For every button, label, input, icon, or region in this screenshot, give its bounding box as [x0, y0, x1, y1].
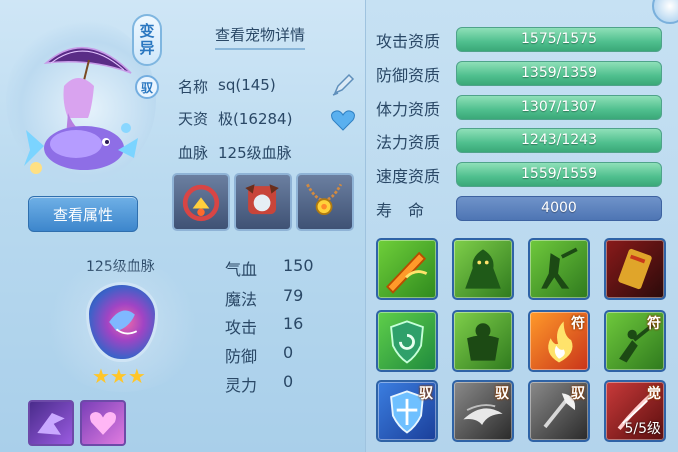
quality-row-speed: 速度资质 1559/1559: [376, 162, 662, 187]
skill-golden-tome[interactable]: [604, 238, 666, 300]
pet-talent-label: 天资: [178, 110, 209, 128]
stat-label: 魔法: [225, 290, 258, 309]
skill-fire-sword[interactable]: [376, 238, 438, 300]
pet-name-value: sq(145): [218, 76, 276, 94]
stat-value: 16: [283, 314, 304, 333]
pet-name-row: 名称 sq(145): [178, 76, 276, 97]
quality-row-attack: 攻击资质 1575/1575: [376, 27, 662, 52]
skill-awaken-tag: 觉: [647, 386, 661, 402]
small-skill-heart[interactable]: [80, 400, 126, 446]
skill-green-demon[interactable]: [452, 238, 514, 300]
view-attributes-button[interactable]: 查看属性: [28, 196, 138, 232]
quality-bar: 1559/1559: [456, 162, 662, 187]
stat-label: 气血: [225, 260, 258, 279]
skill-rune-tag: 符: [647, 316, 661, 332]
bloodline-star-rating: ★★★: [92, 364, 146, 388]
skill-flame-rune[interactable]: 符: [528, 310, 590, 372]
pet-talent-row: 天资 极(16284): [178, 108, 292, 129]
stat-label: 防御: [225, 347, 258, 366]
view-pet-details-link[interactable]: 查看宠物详情: [215, 24, 306, 50]
skill-rune-tag: 符: [571, 316, 585, 332]
quality-row-defense: 防御资质 1359/1359: [376, 61, 662, 86]
quality-bar: 1359/1359: [456, 61, 662, 86]
skill-shadow-warrior[interactable]: [528, 238, 590, 300]
skill-ice-shield[interactable]: 驭: [376, 380, 438, 442]
small-skill-dragon[interactable]: [28, 400, 74, 446]
mutation-badge-char-2: 异: [139, 39, 155, 57]
skill-mount-tag: 驭: [571, 386, 585, 402]
bloodline-orb-icon[interactable]: [86, 282, 158, 362]
equipment-slot-armor[interactable]: [234, 173, 292, 231]
quality-label: 攻击资质: [376, 31, 441, 51]
skill-shadow-blade-rune[interactable]: 符: [604, 310, 666, 372]
skill-green-brute[interactable]: [452, 310, 514, 372]
lifespan-row: 寿 命 4000: [376, 196, 662, 221]
stat-row-spirit: 灵力 0: [225, 372, 293, 396]
rename-pen-icon[interactable]: [330, 72, 356, 98]
lifespan-label: 寿 命: [376, 200, 425, 220]
stat-row-attack: 攻击 16: [225, 314, 303, 338]
pet-talent-value: 极(16284): [218, 110, 293, 128]
quality-row-mana: 法力资质 1243/1243: [376, 128, 662, 153]
quality-bar: 1575/1575: [456, 27, 662, 52]
stat-row-hp: 气血 150: [225, 256, 314, 280]
pet-bloodline-label: 血脉: [178, 144, 209, 162]
stat-value: 0: [283, 372, 294, 391]
skill-level-label: 5/5级: [624, 421, 661, 437]
stat-value: 150: [283, 256, 314, 275]
skill-mount-tag: 驭: [419, 386, 433, 402]
stat-value: 79: [283, 286, 304, 305]
pet-overview-panel: 变 异 驭 查看属性 查看宠物详情 名称 sq(145) 天资 极(16284)…: [0, 0, 365, 452]
skill-shield-recovery[interactable]: [376, 310, 438, 372]
stat-value: 0: [283, 343, 294, 362]
skill-axe-strike[interactable]: 驭: [528, 380, 590, 442]
quality-bar: 1243/1243: [456, 128, 662, 153]
stat-label: 攻击: [225, 318, 258, 337]
quality-label: 法力资质: [376, 132, 441, 152]
pet-bloodline-value: 125级血脉: [218, 144, 292, 162]
equipment-slot-necklace[interactable]: [296, 173, 354, 231]
mutation-badge-char-1: 变: [139, 22, 155, 40]
quality-label: 防御资质: [376, 65, 441, 85]
stat-label: 灵力: [225, 376, 258, 395]
skill-awaken-slash[interactable]: 觉 5/5级: [604, 380, 666, 442]
favorite-heart-icon[interactable]: [330, 108, 356, 132]
pet-bloodline-row: 血脉 125级血脉: [178, 142, 292, 163]
equipment-slot-collar[interactable]: [172, 173, 230, 231]
mount-badge: 驭: [135, 75, 159, 99]
quality-label: 速度资质: [376, 166, 441, 186]
quality-bar: 1307/1307: [456, 95, 662, 120]
lifespan-bar: 4000: [456, 196, 662, 221]
stat-row-mp: 魔法 79: [225, 286, 303, 310]
skill-mount-tag: 驭: [495, 386, 509, 402]
quality-row-stamina: 体力资质 1307/1307: [376, 95, 662, 120]
stat-row-defense: 防御 0: [225, 343, 293, 367]
quality-label: 体力资质: [376, 99, 441, 119]
skill-whirlwind[interactable]: 驭: [452, 380, 514, 442]
pet-name-label: 名称: [178, 78, 209, 96]
mutation-badge: 变 异: [132, 14, 162, 66]
